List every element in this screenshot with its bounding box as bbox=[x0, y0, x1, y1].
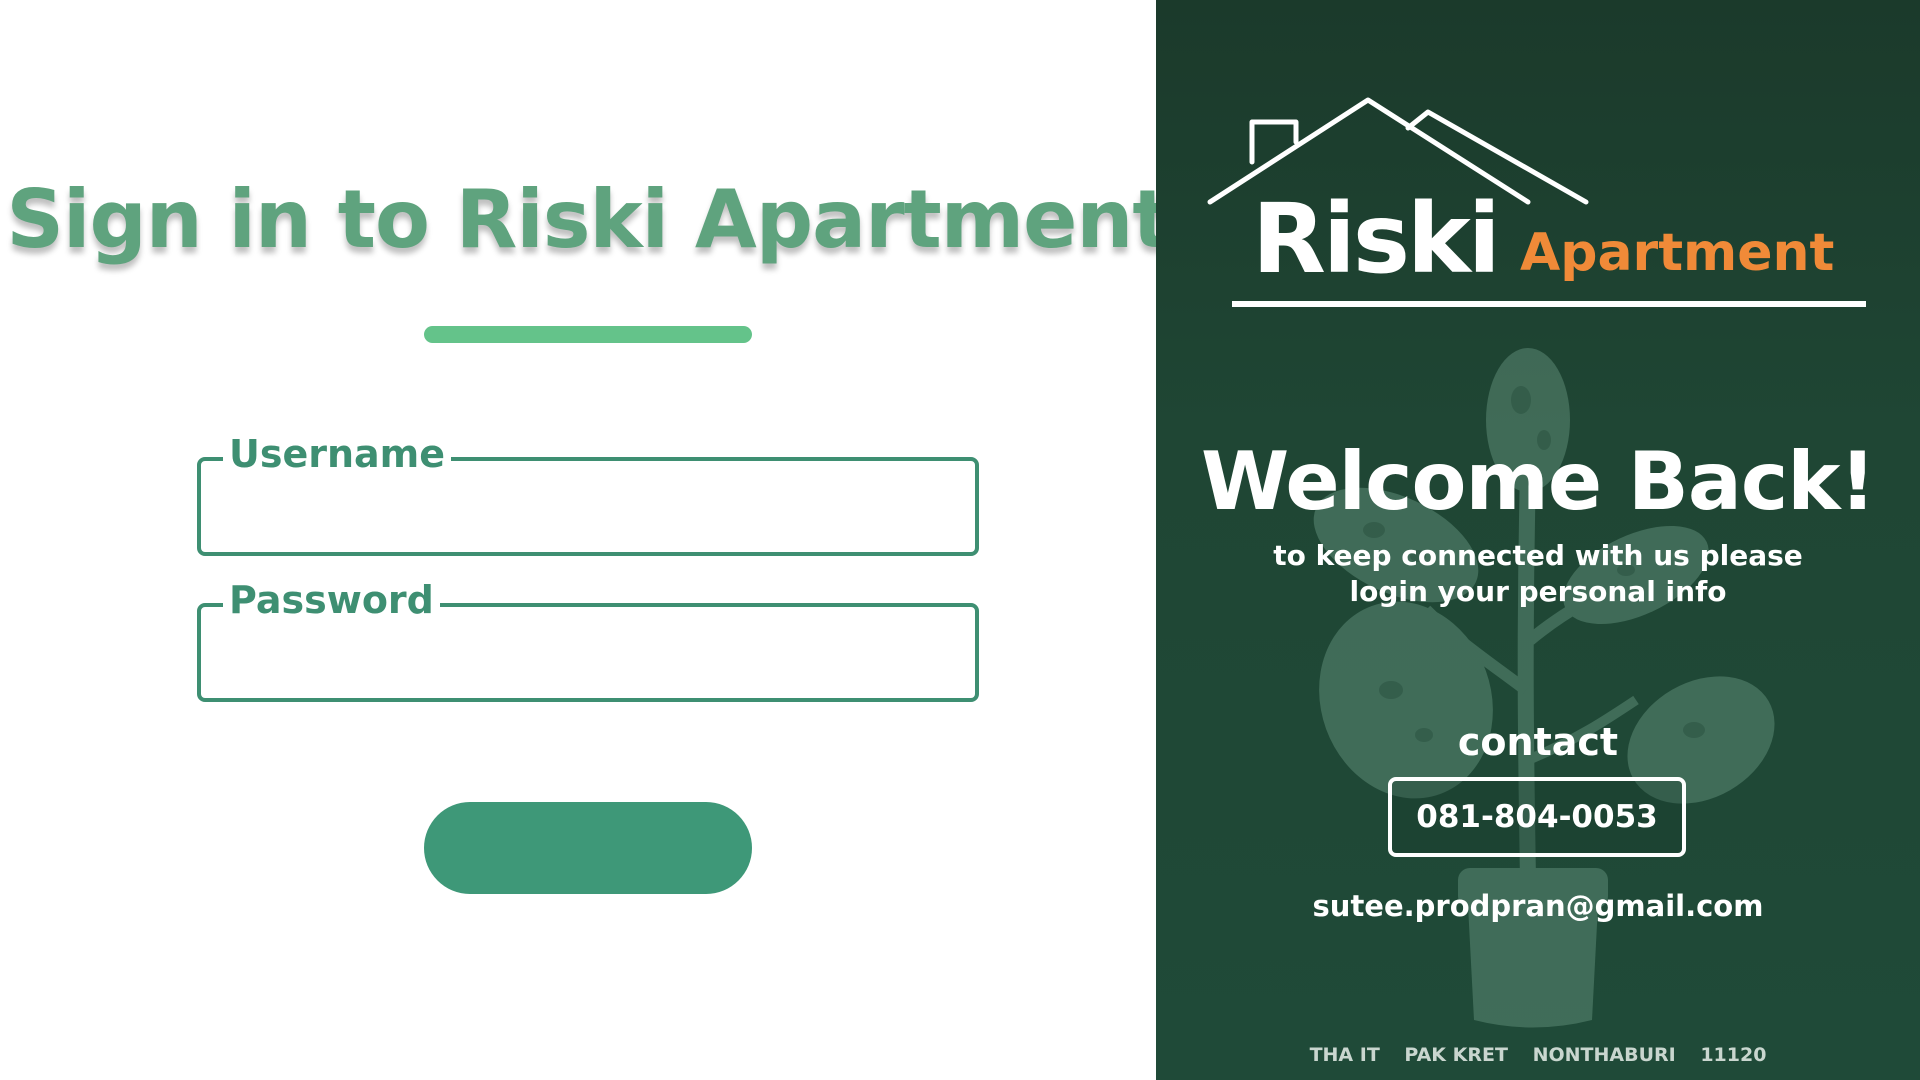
welcome-panel: Riski Apartment Welcome Back! to keep co… bbox=[1156, 0, 1920, 1080]
contact-email: sutee.prodpran@gmail.com bbox=[1312, 889, 1764, 923]
username-input[interactable] bbox=[217, 485, 959, 537]
address-part: NONTHABURI bbox=[1532, 1044, 1676, 1066]
contact-heading: contact bbox=[1457, 720, 1619, 764]
contact-phone: 081-804-0053 bbox=[1388, 777, 1686, 857]
address-part: THA IT bbox=[1309, 1044, 1380, 1066]
password-field[interactable]: Password bbox=[197, 575, 979, 702]
username-label: Username bbox=[223, 429, 452, 479]
login-button[interactable] bbox=[424, 802, 752, 894]
signin-panel: Sign in to Riski Apartment Username Pass… bbox=[0, 0, 1171, 1080]
address-part: 11120 bbox=[1700, 1044, 1767, 1066]
address-part: PAK KRET bbox=[1404, 1044, 1508, 1066]
address-footer: THA IT PAK KRET NONTHABURI 11120 bbox=[1156, 1043, 1920, 1067]
logo-text-primary: Riski bbox=[1252, 183, 1501, 295]
page-title: Sign in to Riski Apartment bbox=[6, 173, 1170, 266]
welcome-subtext-line-2: login your personal info bbox=[1349, 575, 1727, 608]
logo-text-secondary: Apartment bbox=[1520, 223, 1835, 283]
welcome-heading: Welcome Back! bbox=[1201, 435, 1876, 528]
password-input[interactable] bbox=[217, 631, 959, 683]
username-field[interactable]: Username bbox=[197, 429, 979, 556]
welcome-subtext: to keep connected with us please login y… bbox=[1156, 538, 1920, 610]
welcome-subtext-line-1: to keep connected with us please bbox=[1273, 539, 1803, 572]
password-label: Password bbox=[223, 575, 440, 625]
title-underline bbox=[424, 326, 752, 343]
